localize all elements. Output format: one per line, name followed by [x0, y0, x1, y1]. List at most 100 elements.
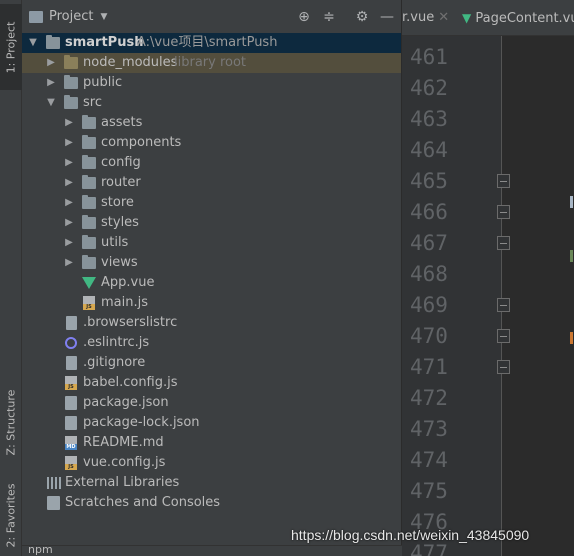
folder-icon — [82, 115, 96, 129]
tool-window-strip: 1: Project Z: Structure 2: Favorites — [0, 0, 22, 556]
tree-row-file[interactable]: babel.config.js — [22, 373, 401, 393]
line-number: 463 — [410, 107, 448, 131]
chevron-right-icon[interactable]: ▶ — [64, 113, 74, 133]
line-number: 470 — [410, 324, 448, 348]
tree-item-label: components — [101, 135, 182, 150]
editor-tab[interactable]: r.vue ✕ — [402, 0, 449, 35]
watermark-text: https://blog.csdn.net/weixin_43845090 — [291, 527, 530, 543]
line-number: 469 — [410, 293, 448, 317]
folder-icon — [46, 35, 60, 49]
js-file-icon — [83, 296, 95, 310]
fold-marker-icon[interactable] — [497, 298, 510, 312]
tree-row-file[interactable]: README.md — [22, 433, 401, 453]
chevron-down-icon[interactable]: ▼ — [28, 33, 38, 53]
tree-row-src[interactable]: ▼ src — [22, 93, 401, 113]
markdown-file-icon — [65, 436, 77, 450]
tree-row-file[interactable]: .gitignore — [22, 353, 401, 373]
close-icon[interactable]: ✕ — [438, 10, 449, 25]
tree-item-label: .eslintrc.js — [83, 335, 150, 350]
fold-marker-icon[interactable] — [497, 205, 510, 219]
fold-marker-icon[interactable] — [497, 236, 510, 250]
tree-row-folder[interactable]: ▶ components — [22, 133, 401, 153]
fold-marker-icon[interactable] — [497, 329, 510, 343]
scratches-icon — [47, 496, 60, 510]
tree-row-file[interactable]: main.js — [22, 293, 401, 313]
gear-icon[interactable]: ⚙ — [354, 9, 370, 25]
tree-row-file[interactable]: package-lock.json — [22, 413, 401, 433]
chevron-right-icon[interactable]: ▶ — [64, 173, 74, 193]
eslint-icon — [65, 337, 77, 349]
chevron-right-icon[interactable]: ▶ — [64, 153, 74, 173]
tree-item-label: .browserslistrc — [83, 315, 178, 330]
tree-row-folder[interactable]: ▶ views — [22, 253, 401, 273]
project-tool-tab[interactable]: 1: Project — [0, 4, 22, 90]
line-number: 461 — [410, 45, 448, 69]
fold-marker-icon[interactable] — [497, 174, 510, 188]
tree-item-label: App.vue — [101, 275, 155, 290]
tree-row-file[interactable]: vue.config.js — [22, 453, 401, 473]
code-fragment — [570, 332, 573, 344]
tree-row-file[interactable]: package.json — [22, 393, 401, 413]
tree-item-label: main.js — [101, 295, 148, 310]
tree-row-external-libraries[interactable]: External Libraries — [22, 473, 401, 493]
tree-item-label: .gitignore — [83, 355, 146, 370]
tree-item-label: babel.config.js — [83, 375, 178, 390]
chevron-right-icon[interactable]: ▶ — [46, 73, 56, 93]
structure-tool-tab[interactable]: Z: Structure — [0, 380, 22, 464]
editor-code-area[interactable] — [511, 36, 574, 556]
minimize-icon[interactable]: — — [379, 9, 395, 25]
tree-item-label: package-lock.json — [83, 415, 200, 430]
tree-item-label: README.md — [83, 435, 164, 450]
folder-icon — [82, 195, 96, 209]
project-panel-header: Project ▼ ⊕ ≑ ⚙ — — [22, 0, 401, 34]
folder-icon — [82, 155, 96, 169]
editor-tab-active[interactable]: ▼ PageContent.vue — [462, 0, 574, 35]
chevron-right-icon[interactable]: ▶ — [46, 53, 56, 73]
project-folder-icon — [29, 10, 43, 23]
folder-icon — [64, 55, 78, 69]
chevron-down-icon[interactable]: ▼ — [46, 93, 56, 113]
tree-row-folder[interactable]: ▶ styles — [22, 213, 401, 233]
chevron-right-icon[interactable]: ▶ — [64, 193, 74, 213]
tree-item-label: External Libraries — [65, 475, 180, 490]
tree-row-folder[interactable]: ▶ config — [22, 153, 401, 173]
npm-tool-label[interactable]: npm — [28, 546, 53, 556]
tree-row-node-modules[interactable]: ▶ node_modules library root — [22, 53, 401, 73]
tree-row-file[interactable]: .eslintrc.js — [22, 333, 401, 353]
js-file-icon — [65, 376, 77, 390]
tree-row-folder[interactable]: ▶ assets — [22, 113, 401, 133]
favorites-tool-tab-label: 2: Favorites — [4, 483, 18, 547]
line-number: 471 — [410, 355, 448, 379]
chevron-right-icon[interactable]: ▶ — [64, 133, 74, 153]
line-number: 462 — [410, 76, 448, 100]
tree-item-label: src — [83, 95, 102, 110]
tree-row-file[interactable]: .browserslistrc — [22, 313, 401, 333]
vue-file-icon — [82, 277, 96, 289]
tree-row-folder[interactable]: ▶ router — [22, 173, 401, 193]
tree-item-label: Scratches and Consoles — [65, 495, 221, 510]
tree-row-public[interactable]: ▶ public — [22, 73, 401, 93]
code-fragment — [570, 250, 573, 262]
chevron-down-icon[interactable]: ▼ — [100, 12, 107, 22]
tree-row-file[interactable]: App.vue — [22, 273, 401, 293]
chevron-right-icon[interactable]: ▶ — [64, 213, 74, 233]
tree-root-row[interactable]: ▼ smartPush A:\vue项目\smartPush — [22, 33, 401, 53]
project-view-selector[interactable]: Project — [49, 9, 93, 24]
line-number: 460 — [410, 36, 455, 40]
gitignore-file-icon — [66, 356, 77, 370]
tree-item-label: package.json — [83, 395, 169, 410]
library-root-hint: library root — [174, 55, 247, 70]
chevron-right-icon[interactable]: ▶ — [64, 253, 74, 273]
tree-row-folder[interactable]: ▶ store — [22, 193, 401, 213]
chevron-right-icon[interactable]: ▶ — [64, 233, 74, 253]
line-number: 466 — [410, 200, 448, 224]
collapse-icon[interactable]: ≑ — [321, 9, 337, 25]
favorites-tool-tab[interactable]: 2: Favorites — [0, 480, 22, 550]
tree-item-label: styles — [101, 215, 139, 230]
locate-icon[interactable]: ⊕ — [296, 9, 312, 25]
tree-row-folder[interactable]: ▶ utils — [22, 233, 401, 253]
tree-row-scratches[interactable]: Scratches and Consoles — [22, 493, 401, 513]
fold-marker-icon[interactable] — [497, 360, 510, 374]
folder-icon — [82, 135, 96, 149]
code-fragment — [570, 196, 573, 208]
